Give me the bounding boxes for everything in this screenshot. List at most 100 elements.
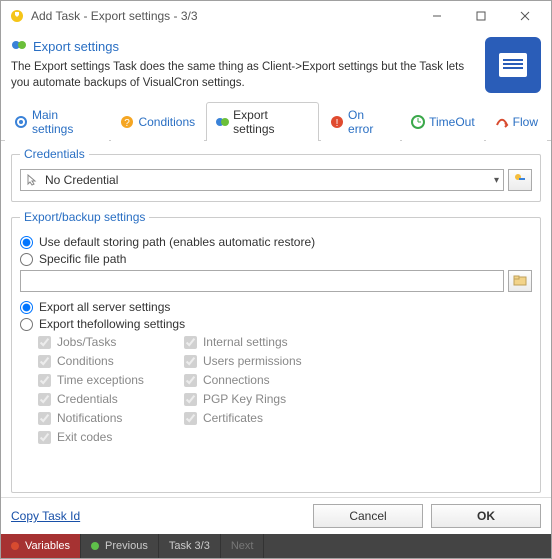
export-legend: Export/backup settings [20,210,149,224]
button-label: Cancel [349,509,386,523]
flow-icon [495,115,509,129]
checkbox [38,412,51,425]
radio-default-path-input[interactable] [20,236,33,249]
check-label: Notifications [57,411,122,425]
credentials-group: Credentials No Credential ▾ [11,147,541,202]
credentials-dropdown[interactable]: No Credential ▾ [20,169,504,191]
status-previous[interactable]: Previous [81,534,159,558]
check-item: Jobs/Tasks [38,335,144,349]
status-variables[interactable]: Variables [1,534,81,558]
tab-label: On error [348,108,391,136]
file-path-input[interactable] [20,270,504,292]
checkbox [184,355,197,368]
export-icon [215,115,229,129]
check-label: Exit codes [57,430,112,444]
app-icon [9,8,25,24]
status-label: Variables [25,540,70,552]
tab-label: Main settings [32,108,100,136]
header-description: The Export settings Task does the same t… [11,60,475,91]
credentials-legend: Credentials [20,147,89,161]
tab-label: Conditions [138,115,195,129]
tab-conditions[interactable]: ? Conditions [111,102,204,141]
header-large-icon [485,37,541,93]
check-label: Credentials [57,392,118,406]
radio-export-following[interactable]: Export thefollowing settings [20,317,532,331]
tab-flow[interactable]: Flow [486,102,547,141]
tab-label: TimeOut [429,115,475,129]
check-item: Conditions [38,354,144,368]
check-item: Notifications [38,411,144,425]
error-icon: ! [330,115,344,129]
checkbox [38,355,51,368]
tab-main-settings[interactable]: Main settings [5,102,109,141]
titlebar: Add Task - Export settings - 3/3 [1,1,551,31]
manage-credentials-button[interactable] [508,169,532,191]
checkbox [184,393,197,406]
key-icon [513,172,527,189]
svg-text:?: ? [125,118,131,129]
radio-label: Export thefollowing settings [39,317,185,331]
tab-label: Export settings [233,108,310,136]
check-item: Certificates [184,411,302,425]
close-button[interactable] [503,2,547,30]
check-item: Users permissions [184,354,302,368]
radio-export-all-input[interactable] [20,301,33,314]
check-label: Connections [203,373,270,387]
footer: Copy Task Id Cancel OK [1,497,551,534]
status-task[interactable]: Task 3/3 [159,534,221,558]
radio-label: Use default storing path (enables automa… [39,235,315,249]
check-label: Users permissions [203,354,302,368]
question-icon: ? [120,115,134,129]
header: Export settings The Export settings Task… [1,31,551,101]
radio-specific-path[interactable]: Specific file path [20,252,532,266]
export-group: Export/backup settings Use default stori… [11,210,541,493]
export-settings-icon [11,37,27,56]
checkbox [184,336,197,349]
status-label: Previous [105,540,148,552]
checkbox [184,374,197,387]
check-label: Internal settings [203,335,288,349]
tab-bar: Main settings ? Conditions Export setting… [1,101,551,141]
radio-export-all[interactable]: Export all server settings [20,300,532,314]
gear-icon [14,115,28,129]
cancel-button[interactable]: Cancel [313,504,423,528]
dot-icon [91,542,99,550]
status-label: Task 3/3 [169,540,210,552]
radio-label: Export all server settings [39,300,170,314]
maximize-button[interactable] [459,2,503,30]
check-item: Internal settings [184,335,302,349]
check-label: PGP Key Rings [203,392,286,406]
copy-task-id-link[interactable]: Copy Task Id [11,509,305,523]
checkbox [38,336,51,349]
ok-button[interactable]: OK [431,504,541,528]
radio-default-path[interactable]: Use default storing path (enables automa… [20,235,532,249]
tab-export-settings[interactable]: Export settings [206,102,319,141]
chevron-down-icon: ▾ [494,175,499,186]
clock-icon [411,115,425,129]
checkbox [184,412,197,425]
check-item: Credentials [38,392,144,406]
checkbox [38,431,51,444]
status-bar: Variables Previous Task 3/3 Next [1,534,551,558]
radio-specific-path-input[interactable] [20,253,33,266]
tab-on-error[interactable]: ! On error [321,102,400,141]
check-item: PGP Key Rings [184,392,302,406]
check-label: Jobs/Tasks [57,335,116,349]
minimize-button[interactable] [415,2,459,30]
radio-export-following-input[interactable] [20,318,33,331]
cursor-icon [25,173,39,187]
credentials-selected: No Credential [45,173,118,187]
radio-label: Specific file path [39,252,126,266]
header-title: Export settings [33,39,119,54]
svg-text:!: ! [336,118,339,129]
dot-icon [11,542,19,550]
check-label: Certificates [203,411,263,425]
status-next: Next [221,534,265,558]
tab-label: Flow [513,115,538,129]
browse-button[interactable] [508,270,532,292]
check-item: Connections [184,373,302,387]
tab-timeout[interactable]: TimeOut [402,102,484,141]
check-label: Conditions [57,354,114,368]
button-label: OK [477,509,495,523]
checkbox [38,393,51,406]
